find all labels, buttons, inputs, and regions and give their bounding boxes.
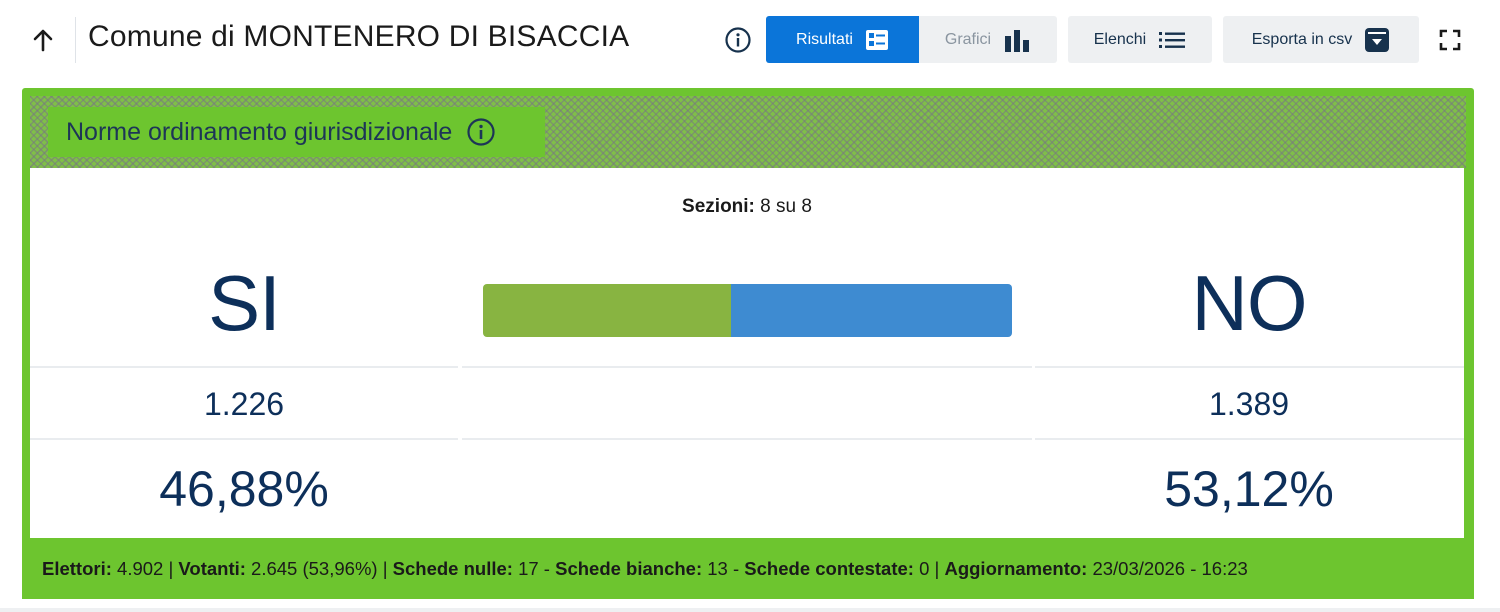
export-csv-label: Esporta in csv xyxy=(1251,30,1353,48)
tab-grafici[interactable]: Grafici xyxy=(919,16,1057,63)
separator: | xyxy=(168,558,174,579)
row-divider xyxy=(30,438,458,440)
card-title-text: Norme ordinamento giurisdizionale xyxy=(66,117,453,146)
page-title: Comune di MONTENERO DI BISACCIA xyxy=(88,20,630,53)
row-divider xyxy=(30,366,458,368)
row-divider xyxy=(1035,438,1464,440)
separator: | xyxy=(934,558,940,579)
schede-contestate-label: Schede contestate: xyxy=(744,558,914,579)
schede-bianche-label: Schede bianche: xyxy=(555,558,703,579)
list-icon xyxy=(1159,31,1186,48)
arrow-up-icon xyxy=(33,29,53,52)
list-view-icon xyxy=(865,29,888,50)
info-icon[interactable] xyxy=(466,117,496,147)
row-divider xyxy=(462,366,1032,368)
header-divider xyxy=(75,17,76,63)
no-label: NO xyxy=(1191,259,1308,347)
result-bar xyxy=(483,284,1012,337)
si-bar-segment xyxy=(483,284,731,337)
schede-nulle-value: 17 xyxy=(518,558,539,579)
bottom-border xyxy=(0,608,1500,612)
card-title: Norme ordinamento giurisdizionale xyxy=(48,107,545,157)
info-icon xyxy=(725,27,751,53)
schede-nulle-label: Schede nulle: xyxy=(392,558,513,579)
fullscreen-icon xyxy=(1439,29,1461,51)
votanti-label: Votanti: xyxy=(178,558,246,579)
separator: | xyxy=(382,558,388,579)
elenchi-button[interactable]: Elenchi xyxy=(1068,16,1212,63)
page-header: Comune di MONTENERO DI BISACCIA Risultat… xyxy=(0,0,1500,80)
separator: - xyxy=(543,558,550,579)
bar-chart-icon xyxy=(1005,29,1030,52)
row-divider xyxy=(462,438,1032,440)
si-label: SI xyxy=(208,259,281,347)
row-divider xyxy=(1035,366,1464,368)
no-percent: 53,12% xyxy=(1164,461,1334,517)
card-footer: Elettori: 4.902 | Votanti: 2.645 (53,96%… xyxy=(22,538,1474,599)
sezioni-value: 8 su 8 xyxy=(760,196,812,217)
elettori-value: 4.902 xyxy=(117,558,164,579)
si-percent: 46,88% xyxy=(159,461,329,517)
elenchi-label: Elenchi xyxy=(1093,30,1147,48)
no-votes: 1.389 xyxy=(1208,386,1290,422)
si-votes: 1.226 xyxy=(203,386,285,422)
back-button[interactable] xyxy=(28,22,58,58)
no-bar-segment xyxy=(730,284,1012,337)
aggiornamento-label: Aggiornamento: xyxy=(944,558,1088,579)
aggiornamento-value: 23/03/2026 - 16:23 xyxy=(1092,558,1248,579)
votanti-value: 2.645 (53,96%) xyxy=(251,558,378,579)
tab-risultati[interactable]: Risultati xyxy=(766,16,919,63)
tab-risultati-label: Risultati xyxy=(796,30,853,48)
results-panel: Sezioni: 8 su 8 SI NO 1.226 1.389 46,88%… xyxy=(30,168,1464,538)
schede-bianche-value: 13 xyxy=(707,558,728,579)
sezioni-count: Sezioni: 8 su 8 xyxy=(30,196,1464,218)
footer-stats: Elettori: 4.902 | Votanti: 2.645 (53,96%… xyxy=(42,558,1248,580)
sezioni-label: Sezioni: xyxy=(682,196,755,217)
elettori-label: Elettori: xyxy=(42,558,112,579)
download-box-icon xyxy=(1365,27,1390,52)
separator: - xyxy=(732,558,740,579)
tab-grafici-label: Grafici xyxy=(944,30,992,48)
info-button[interactable] xyxy=(724,26,752,54)
fullscreen-button[interactable] xyxy=(1438,28,1462,52)
schede-contestate-value: 0 xyxy=(919,558,930,579)
export-csv-button[interactable]: Esporta in csv xyxy=(1223,16,1419,63)
